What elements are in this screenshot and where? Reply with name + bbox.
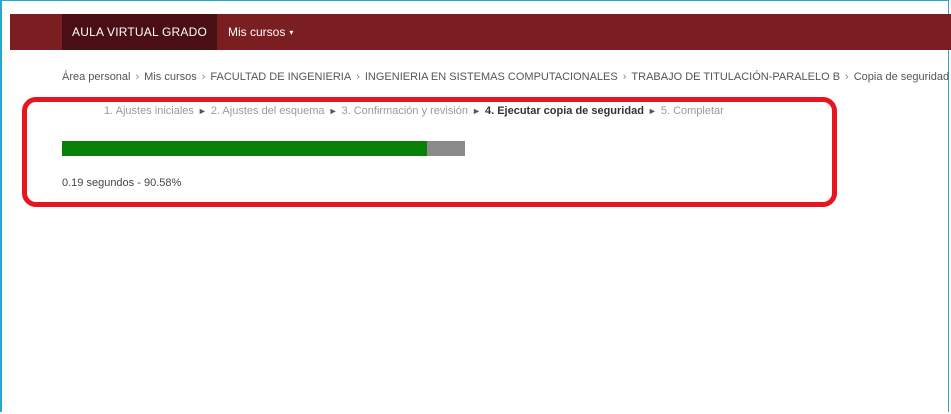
highlight-annotation-box [22,97,837,207]
caret-down-icon: ▾ [289,27,294,37]
breadcrumb-separator-icon: › [356,71,360,83]
breadcrumb-item-curso[interactable]: TRABAJO DE TITULACIÓN-PARALELO B [631,71,840,83]
breadcrumb-item-mis-cursos[interactable]: Mis cursos [144,71,197,83]
my-courses-label: Mis cursos [228,25,286,39]
site-brand-link[interactable]: AULA VIRTUAL GRADO [62,14,217,50]
site-brand-label: AULA VIRTUAL GRADO [72,25,207,39]
breadcrumb-item-copia[interactable]: Copia de seguridad [854,71,949,83]
top-navbar: AULA VIRTUAL GRADO Mis cursos ▾ [10,14,951,50]
breadcrumb-separator-icon: › [845,71,849,83]
my-courses-menu[interactable]: Mis cursos ▾ [228,14,293,50]
breadcrumb-item-area-personal[interactable]: Área personal [62,71,131,83]
breadcrumb-separator-icon: › [622,71,627,83]
breadcrumb-separator-icon: › [135,71,140,83]
breadcrumb-separator-icon: › [201,71,206,83]
breadcrumb: Área personal › Mis cursos › FACULTAD DE ING… [62,71,949,83]
breadcrumb-item-facultad[interactable]: FACULTAD DE INGENIERIA [210,71,351,83]
breadcrumb-item-carrera[interactable]: INGENIERIA EN SISTEMAS COMPUTACIONALES [365,71,618,83]
